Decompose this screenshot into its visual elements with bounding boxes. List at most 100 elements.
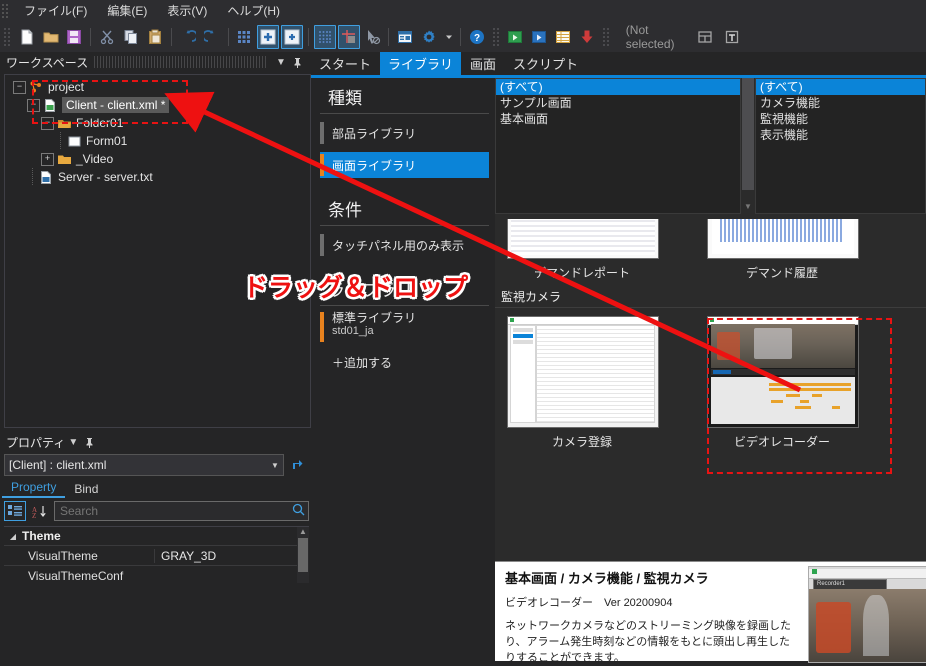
tab-library[interactable]: ライブラリ [380,52,461,76]
tab-script[interactable]: スクリプト [505,52,586,76]
function-item-display[interactable]: 表示機能 [756,127,925,143]
scrollbar-thumb[interactable] [742,78,754,190]
categorize-icon[interactable] [4,501,26,521]
tree-row-project[interactable]: − project [5,78,310,96]
gallery-item-demand-history[interactable]: デマンド履歴 [707,219,857,281]
tab-property[interactable]: Property [2,479,65,498]
align-add2-icon[interactable] [281,25,303,49]
property-search-box[interactable] [54,501,309,521]
search-icon[interactable] [288,503,308,519]
library-gallery[interactable]: デマンドレポート デマンド履歴 監視カメラ [495,219,926,560]
run-green-icon[interactable] [505,25,527,49]
workspace-tree[interactable]: − project − Client - client.xml * − Fold… [4,74,311,428]
save-icon[interactable] [64,25,86,49]
tree-row-client[interactable]: − Client - client.xml * [5,96,310,114]
tab-bind[interactable]: Bind [65,481,107,498]
align-add-icon[interactable] [257,25,279,49]
window-icon[interactable] [394,25,416,49]
property-group-theme[interactable]: ◢ Theme [4,527,309,545]
tree-row-folder01[interactable]: − Folder01 [5,114,310,132]
tree-expander[interactable]: − [27,99,40,112]
copy-icon[interactable] [120,25,142,49]
category-item-all[interactable]: (すべて) [496,79,740,95]
gear-icon[interactable] [418,25,440,49]
property-value[interactable]: GRAY_3D [154,549,309,563]
gallery-item-camera-registration[interactable]: カメラ登録 [507,316,657,450]
group-expander-icon[interactable]: ◢ [4,532,22,541]
property-row[interactable]: VisualTheme GRAY_3D [4,545,309,565]
scrollbar-thumb[interactable] [298,538,308,572]
grid-snap-icon[interactable] [233,25,255,49]
property-row[interactable]: VisualThemeConf [4,565,309,583]
toolbar-grip-2[interactable] [491,23,502,51]
tree-row-form01[interactable]: Form01 [5,132,310,150]
tab-screen[interactable]: 画面 [462,52,504,76]
scrollbar-down-arrow[interactable]: ▼ [742,201,754,213]
category-list-scrollbar[interactable]: ▼ [741,78,755,214]
library-add-button[interactable]: ＋追加する [316,344,493,371]
help-icon[interactable]: ? [466,25,488,49]
category-item-basic[interactable]: 基本画面 [496,111,740,127]
thumbnail[interactable] [507,219,659,259]
pointer-disabled-icon[interactable] [362,25,384,49]
download-icon[interactable] [576,25,598,49]
chevron-down-icon[interactable]: ▼ [267,461,283,470]
tree-expander[interactable]: − [41,117,54,130]
workspace-dropdown-icon[interactable]: ▼ [273,54,289,70]
menu-view[interactable]: 表示(V) [157,0,217,22]
tree-expander[interactable]: − [13,81,26,94]
run-blue-icon[interactable] [528,25,550,49]
tree-label-folder01: Folder01 [76,116,123,130]
category-item-sample[interactable]: サンプル画面 [496,95,740,111]
library-kind-screen[interactable]: 画面ライブラリ [320,152,489,178]
tree-row-video[interactable]: + _Video [5,150,310,168]
properties-dropdown-icon[interactable]: ▼ [65,434,81,450]
thumbnail[interactable] [707,316,859,428]
function-item-all[interactable]: (すべて) [756,79,925,95]
text-icon[interactable] [721,25,743,49]
sort-alpha-icon[interactable]: AZ [29,502,49,520]
library-kind-parts[interactable]: 部品ライブラリ [320,120,489,146]
properties-pin-icon[interactable] [81,434,97,450]
new-file-icon[interactable] [16,25,38,49]
property-target-select[interactable]: [Client] : client.xml ▼ [4,454,284,476]
library-function-list[interactable]: (すべて) カメラ機能 監視機能 表示機能 [755,78,926,214]
library-item-standard[interactable]: 標準ライブラリ std01_ja [320,312,489,344]
crosshair-icon[interactable] [338,25,360,49]
property-grid-scrollbar[interactable]: ▲ [297,527,309,583]
table-icon[interactable] [552,25,574,49]
gallery-item-video-recorder[interactable]: ビデオレコーダー [707,316,857,450]
thumbnail[interactable] [707,219,859,259]
toolbar-grip[interactable] [2,23,13,51]
function-item-camera[interactable]: カメラ機能 [756,95,925,111]
cut-icon[interactable] [96,25,118,49]
properties-title: プロパティ [0,434,65,451]
tree-expander[interactable]: + [41,153,54,166]
thumbnail[interactable] [507,316,659,428]
txt-file-icon [39,170,54,185]
menu-help[interactable]: ヘルプ(H) [217,0,290,22]
dropdown-caret-icon[interactable] [442,25,455,49]
tab-start[interactable]: スタート [311,52,379,76]
gallery-item-demand-report[interactable]: デマンドレポート [507,219,657,281]
redo-icon[interactable] [201,25,223,49]
library-category-list[interactable]: (すべて) サンプル画面 基本画面 [495,78,741,214]
search-input[interactable] [55,503,288,519]
paste-icon[interactable] [144,25,166,49]
menu-edit[interactable]: 編集(E) [97,0,157,22]
dot-grid-icon[interactable] [314,25,336,49]
layout-icon[interactable] [694,25,716,49]
open-folder-icon[interactable] [40,25,62,49]
toolbar-grip-3[interactable] [601,23,612,51]
undo-icon[interactable] [177,25,199,49]
vertical-splitter[interactable] [311,52,315,582]
tree-row-server[interactable]: Server - server.txt [5,168,310,186]
workspace-pin-icon[interactable] [289,54,305,70]
menu-file[interactable]: ファイル(F) [14,0,97,22]
property-grid[interactable]: ◢ Theme VisualTheme GRAY_3D VisualThemeC… [4,526,309,583]
function-item-monitor[interactable]: 監視機能 [756,111,925,127]
menu-grip[interactable] [0,0,14,22]
library-condition-touchpanel[interactable]: タッチパネル用のみ表示 [320,232,489,258]
scrollbar-up-arrow[interactable]: ▲ [297,527,309,537]
goto-definition-button[interactable] [286,454,308,474]
